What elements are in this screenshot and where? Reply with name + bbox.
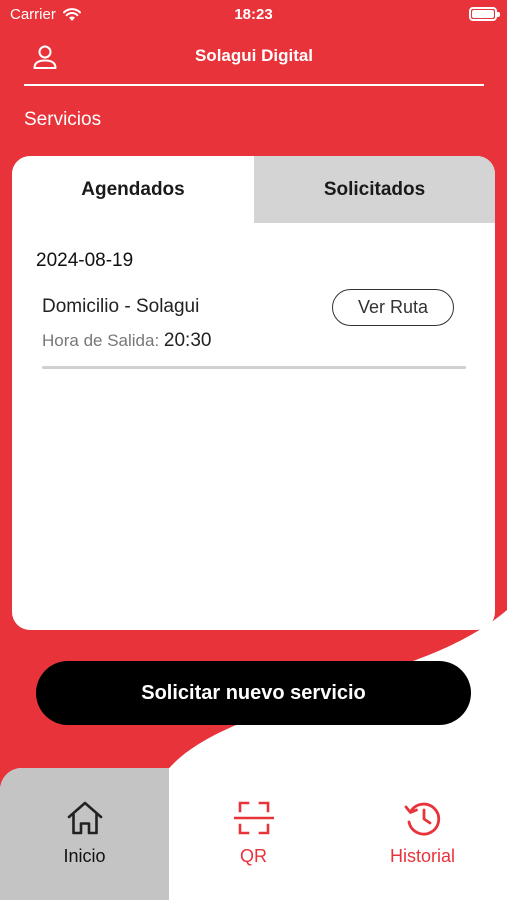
- status-bar: Carrier 18:23: [0, 0, 507, 30]
- nav-item-qr[interactable]: QR: [169, 768, 338, 900]
- app-title: Solagui Digital: [194, 46, 314, 65]
- service-tabs: Agendados Solicitados: [12, 156, 495, 223]
- section-title: Servicios: [24, 109, 102, 130]
- schedule-date: 2024-08-19: [36, 250, 134, 271]
- view-route-button[interactable]: Ver Ruta: [332, 289, 454, 326]
- tab-agendados[interactable]: Agendados: [12, 156, 254, 223]
- status-time: 18:23: [234, 6, 273, 23]
- bottom-navigation: Inicio QR Historial: [0, 768, 507, 900]
- qr-scan-icon: [233, 801, 274, 835]
- departure-info: Hora de Salida: 20:30: [42, 330, 211, 352]
- nav-label-inicio: Inicio: [63, 846, 106, 866]
- home-icon: [67, 801, 102, 835]
- history-icon: [404, 802, 440, 836]
- tab-solicitados[interactable]: Solicitados: [254, 156, 495, 223]
- app-header: Solagui Digital: [24, 38, 484, 88]
- nav-label-qr: QR: [240, 846, 267, 866]
- service-item: Domicilio - Solagui Hora de Salida: 20:3…: [42, 286, 466, 370]
- departure-time: 20:30: [163, 330, 212, 351]
- app-screen: Carrier 18:23 Solagui Digital Servicios …: [0, 0, 507, 900]
- item-divider: [42, 366, 466, 369]
- nav-item-historial[interactable]: Historial: [338, 768, 507, 900]
- request-service-button[interactable]: Solicitar nuevo servicio: [36, 661, 471, 725]
- nav-label-historial: Historial: [389, 846, 455, 866]
- battery-icon: [469, 7, 500, 21]
- service-route-name: Domicilio - Solagui: [42, 296, 200, 317]
- departure-label: Hora de Salida:: [42, 331, 160, 350]
- nav-item-inicio[interactable]: Inicio: [0, 768, 169, 900]
- services-card: Agendados Solicitados 2024-08-19 Domicil…: [12, 156, 495, 630]
- header-divider: [24, 84, 484, 86]
